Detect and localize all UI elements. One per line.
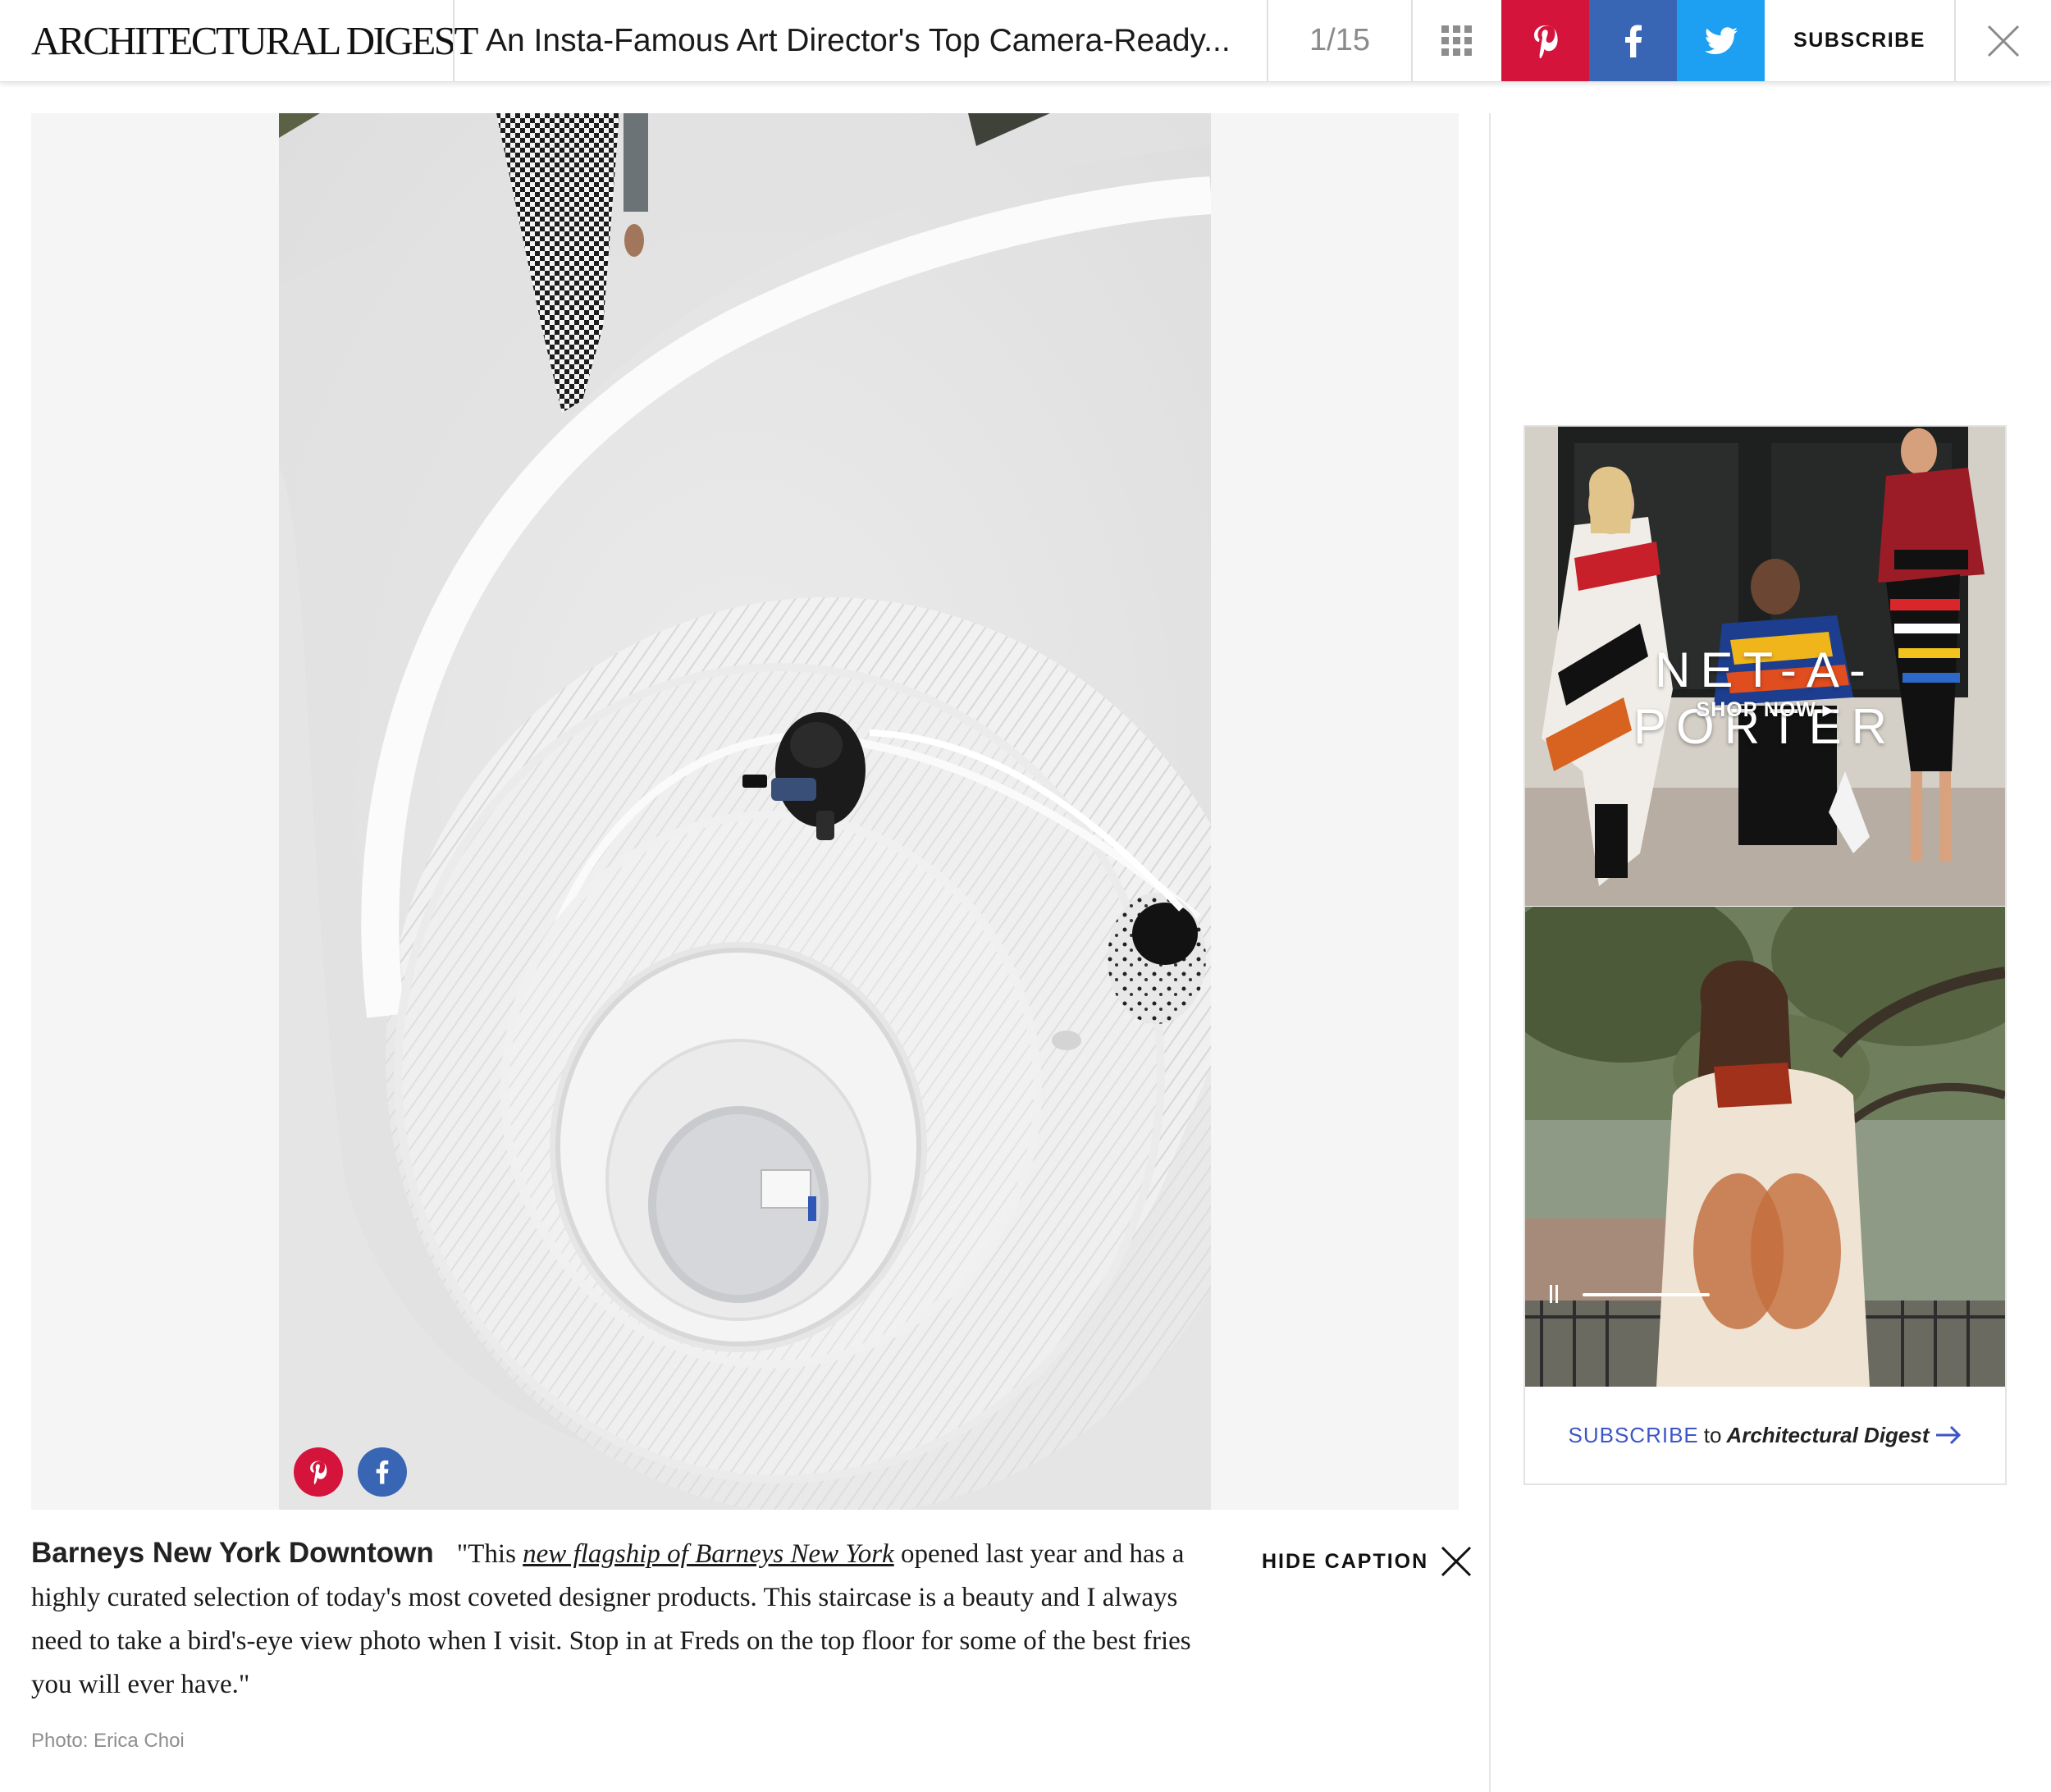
spiral-staircase-photo — [279, 113, 1211, 1510]
photo-credit: Photo: Erica Choi — [31, 1730, 185, 1752]
video-progress-bar — [1583, 1293, 1710, 1296]
ad-image-top[interactable]: NET-A-PORTER SHOP NOW ▸ — [1525, 427, 2005, 906]
facebook-icon — [1624, 25, 1642, 57]
subscribe-button[interactable]: SUBSCRIBE — [1765, 0, 1954, 81]
hide-caption-label: HIDE CAPTION — [1262, 1549, 1429, 1573]
caption-link[interactable]: new flagship of Barneys New York — [523, 1539, 894, 1569]
facebook-icon — [376, 1460, 389, 1484]
caption-quote-open: "This — [456, 1539, 523, 1569]
slide-photo-stage — [31, 113, 1459, 1510]
pinterest-icon — [310, 1461, 327, 1484]
photo-pinterest-button[interactable] — [294, 1447, 343, 1497]
pinterest-icon — [1533, 25, 1558, 58]
grid-view-button[interactable] — [1413, 0, 1501, 81]
photo-facebook-button[interactable] — [358, 1447, 407, 1497]
gallery-title: An Insta-Famous Art Director's Top Camer… — [486, 22, 1231, 58]
gallery-header: ARCHITECTURAL DIGEST An Insta-Famous Art… — [0, 0, 2051, 82]
twitter-icon — [1704, 26, 1738, 54]
grid-icon — [1441, 25, 1472, 56]
ad-subscribe-to: to — [1703, 1422, 1722, 1447]
caption-title: Barneys New York Downtown — [31, 1537, 434, 1569]
sidebar-ad[interactable]: NET-A-PORTER SHOP NOW ▸ SUBSCRIBE to Arc… — [1523, 425, 2007, 1485]
hide-caption-button[interactable]: HIDE CAPTION — [1262, 1541, 1473, 1582]
divider — [453, 0, 455, 81]
close-gallery-button[interactable] — [1956, 0, 2051, 81]
ad-subscribe-keyword: SUBSCRIBE — [1568, 1422, 1699, 1447]
pinterest-share-button[interactable] — [1501, 0, 1589, 81]
arrow-right-icon — [1935, 1425, 1961, 1445]
twitter-share-button[interactable] — [1677, 0, 1765, 81]
ad-subscribe-brand: Architectural Digest — [1726, 1422, 1930, 1447]
slide-caption: Barneys New York Downtown "This new flags… — [31, 1531, 1229, 1707]
ad-shop-now[interactable]: SHOP NOW ▸ — [1525, 697, 2005, 722]
slide-counter: 1/15 — [1309, 23, 1370, 57]
site-logo[interactable]: ARCHITECTURAL DIGEST — [31, 0, 478, 81]
close-icon — [1987, 25, 2020, 57]
close-icon — [1441, 1546, 1472, 1577]
pause-icon[interactable] — [1550, 1285, 1558, 1303]
ad-image-bottom[interactable] — [1525, 907, 2005, 1387]
sidebar-divider — [1489, 113, 1491, 1792]
facebook-share-button[interactable] — [1589, 0, 1677, 81]
ad-subscribe-link[interactable]: SUBSCRIBE to Architectural Digest — [1525, 1387, 2005, 1483]
